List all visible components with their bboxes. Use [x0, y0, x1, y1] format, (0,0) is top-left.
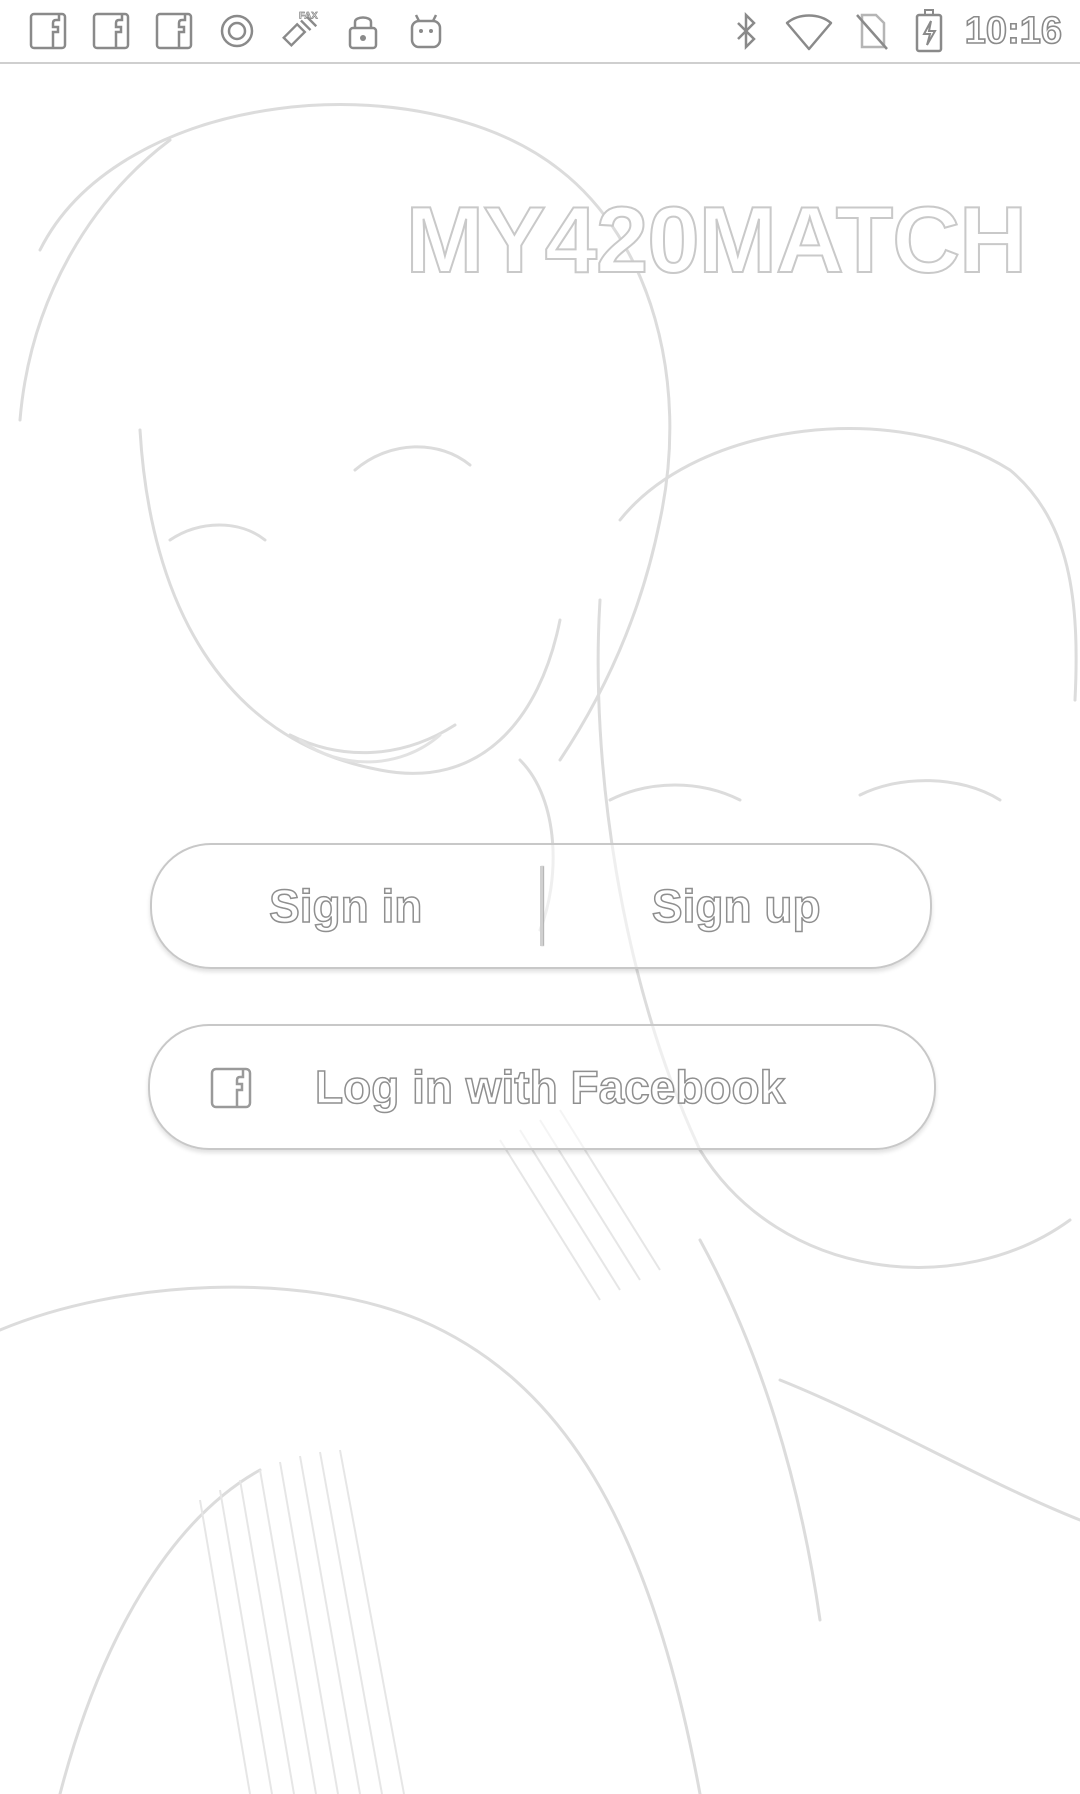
battery-charging-icon: [907, 9, 951, 53]
facebook-login-label: Log in with Facebook: [314, 1060, 786, 1114]
facebook-icon: [26, 9, 70, 53]
status-bar-system: 10:16: [725, 0, 1063, 62]
status-bar: FAX 10:16: [0, 0, 1080, 64]
status-bar-notifications: FAX: [26, 0, 467, 62]
app-logo: MY420MATCH: [405, 186, 1028, 293]
wifi-icon: [783, 9, 835, 53]
bluetooth-icon: [725, 9, 769, 53]
sign-up-button[interactable]: Sign up: [543, 845, 931, 967]
no-sim-icon: [849, 9, 893, 53]
android-icon: [404, 9, 448, 53]
facebook-icon: [210, 1067, 252, 1109]
fax-app-icon: FAX: [278, 9, 322, 53]
circle-notification-icon: [215, 9, 259, 53]
lock-icon: [341, 9, 385, 53]
facebook-icon: [152, 9, 196, 53]
sign-in-button[interactable]: Sign in: [152, 845, 540, 967]
svg-text:FAX: FAX: [299, 11, 318, 22]
facebook-login-button[interactable]: Log in with Facebook: [148, 1024, 936, 1150]
facebook-icon: [89, 9, 133, 53]
auth-buttons: Sign in Sign up: [150, 843, 932, 969]
status-bar-clock: 10:16: [964, 9, 1063, 53]
